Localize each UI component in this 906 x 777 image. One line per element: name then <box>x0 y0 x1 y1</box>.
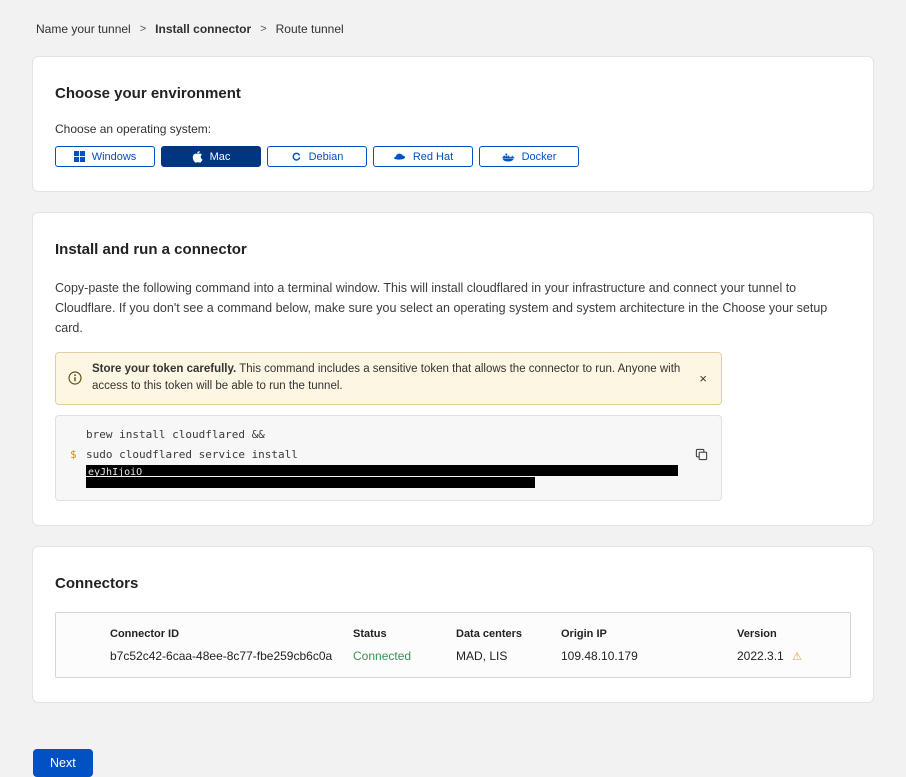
connector-id-value: b7c52c42-6caa-48ee-8c77-fbe259cb6c0a <box>110 649 353 663</box>
column-header-origin-ip: Origin IP <box>561 628 737 640</box>
column-header-data-centers: Data centers <box>456 628 561 640</box>
os-button-mac[interactable]: Mac <box>161 146 261 167</box>
os-button-label: Debian <box>309 151 344 163</box>
code-command-content: sudo cloudflared service install eyJhIjo… <box>86 446 707 488</box>
warning-text: Store your token carefully. This command… <box>92 361 687 396</box>
os-button-label: Docker <box>522 151 557 163</box>
next-button[interactable]: Next <box>33 749 93 777</box>
debian-icon <box>291 151 302 162</box>
copy-icon[interactable] <box>695 448 708 461</box>
close-icon[interactable]: × <box>697 372 709 385</box>
column-header-connector-id: Connector ID <box>110 628 353 640</box>
breadcrumb: Name your tunnel > Install connector > R… <box>36 22 870 36</box>
install-description: Copy-paste the following command into a … <box>55 278 851 338</box>
origin-ip-value: 109.48.10.179 <box>561 649 737 663</box>
warning-triangle-icon: ⚠ <box>792 651 802 663</box>
os-button-label: Mac <box>210 151 231 163</box>
os-select-label: Choose an operating system: <box>55 122 851 136</box>
page: Name your tunnel > Install connector > R… <box>0 0 906 777</box>
os-button-group: Windows Mac Debian Red Hat <box>55 146 851 167</box>
environment-card: Choose your environment Choose an operat… <box>32 56 874 192</box>
status-badge: Connected <box>353 649 456 663</box>
warning-title: Store your token carefully. <box>92 363 236 375</box>
os-button-windows[interactable]: Windows <box>55 146 155 167</box>
info-icon <box>68 371 82 385</box>
code-line-brew: brew install cloudflared && <box>86 426 707 444</box>
redacted-token-bar: eyJhIjoiO <box>86 465 678 476</box>
os-button-label: Red Hat <box>413 151 453 163</box>
shell-prompt: $ <box>70 446 78 488</box>
column-header-version: Version <box>737 628 840 640</box>
install-card-title: Install and run a connector <box>55 241 851 258</box>
breadcrumb-separator: > <box>260 23 266 35</box>
connectors-table: Connector ID Status Data centers Origin … <box>55 612 851 678</box>
connectors-card-title: Connectors <box>55 575 851 592</box>
os-button-docker[interactable]: Docker <box>479 146 579 167</box>
os-button-redhat[interactable]: Red Hat <box>373 146 473 167</box>
column-header-status: Status <box>353 628 456 640</box>
redacted-token-bar <box>86 477 535 488</box>
code-line-service-install: sudo cloudflared service install <box>86 446 707 464</box>
token-prefix: eyJhIjoiO <box>86 467 142 478</box>
redhat-icon <box>393 152 406 161</box>
token-warning-banner: Store your token carefully. This command… <box>55 352 722 405</box>
breadcrumb-step-install-connector[interactable]: Install connector <box>155 22 251 36</box>
version-cell: 2022.3.1 ⚠ <box>737 649 840 663</box>
install-card: Install and run a connector Copy-paste t… <box>32 212 874 526</box>
breadcrumb-step-name-your-tunnel[interactable]: Name your tunnel <box>36 22 131 36</box>
breadcrumb-separator: > <box>140 23 146 35</box>
os-button-label: Windows <box>92 151 137 163</box>
data-centers-value: MAD, LIS <box>456 649 561 663</box>
apple-icon <box>192 150 203 163</box>
windows-icon <box>74 151 85 162</box>
breadcrumb-step-route-tunnel[interactable]: Route tunnel <box>276 22 344 36</box>
os-button-debian[interactable]: Debian <box>267 146 367 167</box>
docker-icon <box>502 152 515 162</box>
environment-card-title: Choose your environment <box>55 85 851 102</box>
code-prompt-row: $ sudo cloudflared service install eyJhI… <box>70 446 707 488</box>
version-value: 2022.3.1 <box>737 649 784 663</box>
install-command-code-block: brew install cloudflared && $ sudo cloud… <box>55 415 722 501</box>
connectors-card: Connectors Connector ID Status Data cent… <box>32 546 874 703</box>
